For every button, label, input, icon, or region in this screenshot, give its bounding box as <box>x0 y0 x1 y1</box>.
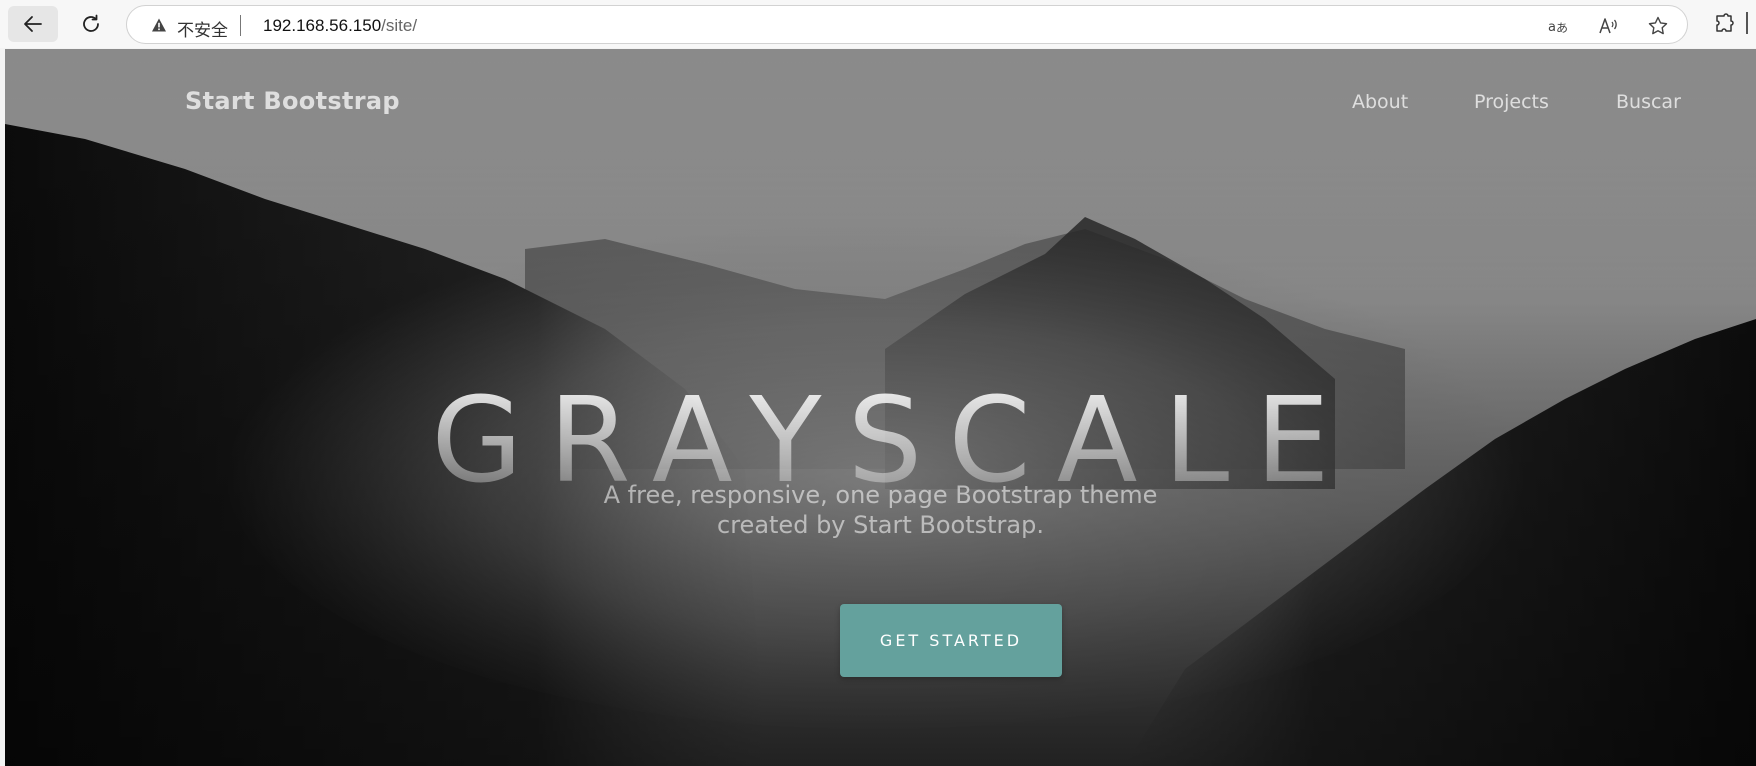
svg-text:あ: あ <box>1556 21 1568 35</box>
reload-icon <box>83 14 99 32</box>
get-started-button[interactable]: GET STARTED <box>840 604 1062 677</box>
back-button[interactable] <box>8 6 58 42</box>
reload-button[interactable] <box>66 6 116 42</box>
hero-subtitle-line1: A free, responsive, one page Bootstrap t… <box>603 481 1158 509</box>
favorite-star-icon[interactable] <box>1647 15 1669 37</box>
read-aloud-icon[interactable] <box>1597 15 1619 37</box>
hero-subtitle-line2: created by Start Bootstrap. <box>717 511 1044 539</box>
url-host: 192.168.56.150 <box>263 16 382 35</box>
warning-icon[interactable] <box>151 17 167 33</box>
url-text[interactable]: 192.168.56.150/site/ <box>263 16 417 36</box>
toolbar-overflow-edge <box>1746 12 1756 34</box>
translate-icon[interactable]: aあ <box>1547 15 1569 37</box>
url-path: /site/ <box>381 16 418 35</box>
nav-link-about[interactable]: About <box>1352 91 1408 113</box>
back-arrow-icon <box>24 16 42 32</box>
not-secure-label[interactable]: 不安全 <box>177 16 228 41</box>
browser-toolbar: 不安全 192.168.56.150/site/ aあ <box>0 0 1756 48</box>
page-viewport: Start Bootstrap About Projects Buscar GR… <box>5 49 1756 766</box>
nav-link-projects[interactable]: Projects <box>1474 91 1549 113</box>
address-separator <box>240 15 241 36</box>
address-bar[interactable]: 不安全 192.168.56.150/site/ aあ <box>126 5 1688 44</box>
site-brand-link[interactable]: Start Bootstrap <box>185 87 400 115</box>
extensions-icon[interactable] <box>1712 12 1736 36</box>
svg-text:a: a <box>1548 20 1556 35</box>
nav-link-buscar[interactable]: Buscar <box>1616 91 1681 113</box>
hero-subtitle: A free, responsive, one page Bootstrap t… <box>5 480 1756 540</box>
